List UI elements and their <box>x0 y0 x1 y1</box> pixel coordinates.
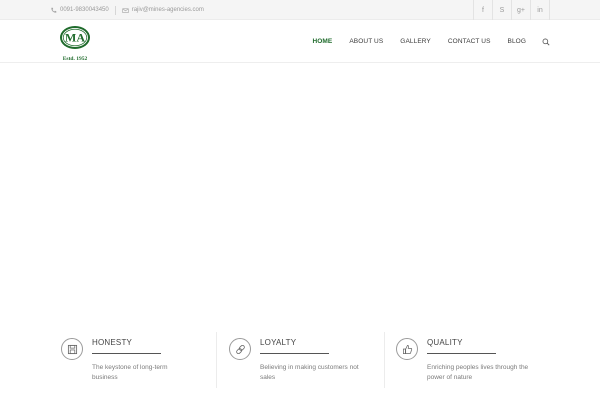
social-links: f S g+ in <box>473 0 550 20</box>
feature-quality: QUALITY Enriching peoples lives through … <box>396 330 556 390</box>
nav-gallery[interactable]: GALLERY <box>400 38 431 45</box>
save-icon <box>67 344 77 354</box>
feature-icon-circle <box>396 338 418 360</box>
feature-underline <box>427 353 496 354</box>
facebook-link[interactable]: f <box>473 0 492 20</box>
logo-tagline: Estd. 1952 <box>62 56 88 62</box>
contact-divider <box>114 5 116 15</box>
feature-title: HONESTY <box>92 338 133 347</box>
linkedin-icon: in <box>537 6 543 14</box>
phone-icon <box>51 7 57 13</box>
feature-loyalty: LOYALTY Believing in making customers no… <box>229 330 389 390</box>
email-address: rajiv@mines-agencies.com <box>131 7 204 13</box>
thumbs-up-icon <box>402 344 412 354</box>
nav-contact-us[interactable]: CONTACT US <box>448 38 491 45</box>
search-icon[interactable] <box>542 38 550 46</box>
envelope-icon <box>122 7 129 13</box>
feature-underline <box>92 353 161 354</box>
email-contact[interactable]: rajiv@mines-agencies.com <box>122 7 204 14</box>
main-nav: HOME ABOUT US GALLERY CONTACT US BLOG <box>295 20 550 63</box>
google-plus-link[interactable]: g+ <box>511 0 530 20</box>
linkedin-link[interactable]: in <box>530 0 550 20</box>
hero-slider <box>0 64 600 330</box>
site-header: MA Estd. 1952 HOME ABOUT US GALLERY CONT… <box>0 20 600 63</box>
feature-icon-circle <box>61 338 83 360</box>
contact-info: 0091-9830043450 rajiv@mines-agencies.com <box>50 0 204 20</box>
feature-description: The keystone of long-term business <box>92 364 168 381</box>
site-logo[interactable]: MA Estd. 1952 <box>58 25 92 62</box>
feature-icon-circle <box>229 338 251 360</box>
feature-honesty: HONESTY The keystone of long-term busine… <box>61 330 221 390</box>
google-plus-icon: g+ <box>517 6 525 14</box>
logo-emblem: MA <box>60 26 90 49</box>
feature-divider <box>384 332 385 388</box>
facebook-icon: f <box>482 6 484 14</box>
feature-underline <box>260 353 329 354</box>
phone-contact[interactable]: 0091-9830043450 <box>50 7 109 14</box>
feature-title: QUALITY <box>427 338 463 347</box>
feature-description: Believing in making customers not sales <box>260 364 359 381</box>
link-icon <box>235 344 245 354</box>
phone-number: 0091-9830043450 <box>60 7 109 13</box>
logo-letters: MA <box>65 31 85 45</box>
nav-home[interactable]: HOME <box>312 38 332 45</box>
top-bar: 0091-9830043450 rajiv@mines-agencies.com… <box>0 0 600 20</box>
features-row: HONESTY The keystone of long-term busine… <box>0 330 600 400</box>
nav-about-us[interactable]: ABOUT US <box>349 38 383 45</box>
skype-icon: S <box>499 6 505 14</box>
feature-divider <box>216 332 217 388</box>
feature-title: LOYALTY <box>260 338 297 347</box>
nav-blog[interactable]: BLOG <box>508 38 526 45</box>
skype-link[interactable]: S <box>492 0 511 20</box>
feature-description: Enriching peoples lives through the powe… <box>427 364 529 381</box>
